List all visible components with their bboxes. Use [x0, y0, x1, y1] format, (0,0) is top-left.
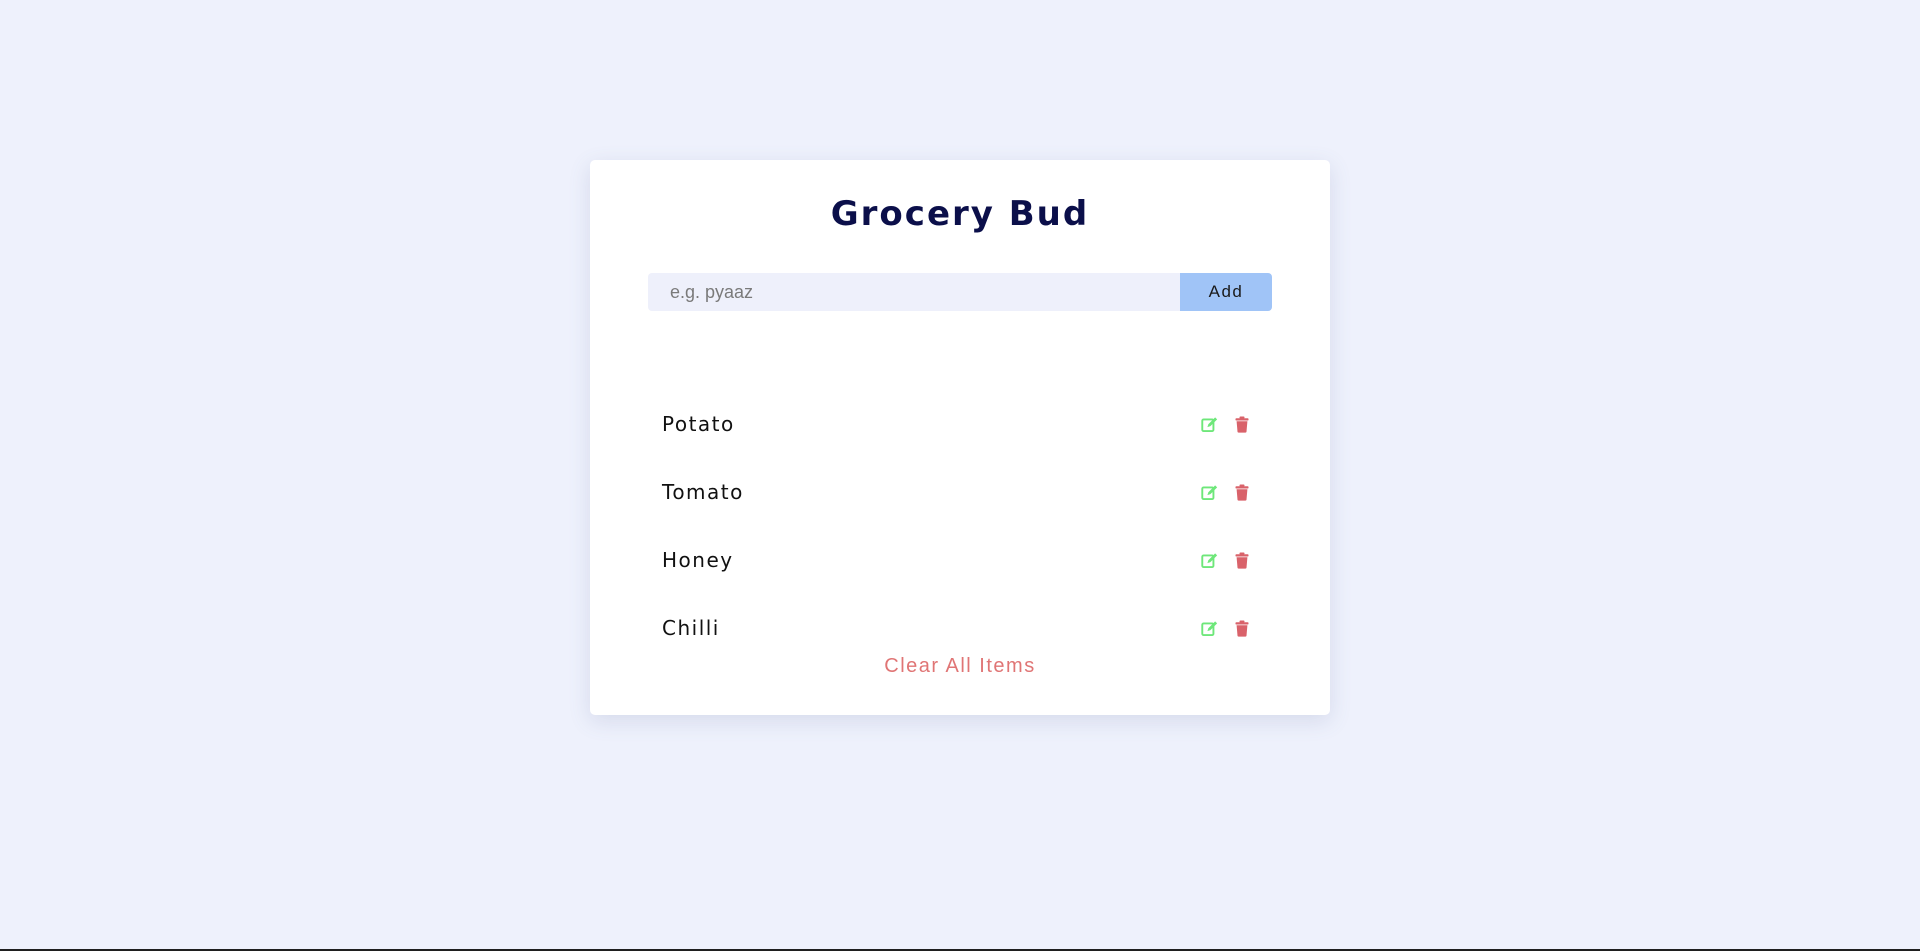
item-actions — [1199, 414, 1252, 434]
list-item: Honey — [648, 526, 1272, 594]
add-button[interactable]: Add — [1180, 273, 1272, 311]
edit-button[interactable] — [1199, 482, 1219, 502]
edit-button[interactable] — [1199, 414, 1219, 434]
add-item-form: Add — [648, 273, 1272, 311]
list-item: Tomato — [648, 458, 1272, 526]
trash-icon — [1235, 416, 1249, 433]
item-actions — [1199, 550, 1252, 570]
edit-icon — [1200, 552, 1217, 568]
edit-icon — [1200, 416, 1217, 432]
edit-button[interactable] — [1199, 550, 1219, 570]
edit-icon — [1200, 620, 1217, 636]
delete-button[interactable] — [1232, 482, 1252, 502]
grocery-card: Grocery Bud Add Potato — [590, 160, 1330, 715]
delete-button[interactable] — [1232, 618, 1252, 638]
item-name: Potato — [662, 412, 735, 436]
grocery-input[interactable] — [648, 273, 1180, 311]
item-name: Honey — [662, 548, 734, 572]
delete-button[interactable] — [1232, 414, 1252, 434]
item-actions — [1199, 482, 1252, 502]
list-item: Chilli — [648, 594, 1272, 662]
trash-icon — [1235, 484, 1249, 501]
trash-icon — [1235, 552, 1249, 569]
trash-icon — [1235, 620, 1249, 637]
clear-all-button[interactable]: Clear All Items — [590, 653, 1330, 679]
edit-button[interactable] — [1199, 618, 1219, 638]
item-name: Chilli — [662, 616, 720, 640]
grocery-list: Potato Tomato Honey Chilli — [648, 390, 1272, 662]
app-title: Grocery Bud — [830, 194, 1090, 234]
list-item: Potato — [648, 390, 1272, 458]
edit-icon — [1200, 484, 1217, 500]
delete-button[interactable] — [1232, 550, 1252, 570]
item-name: Tomato — [662, 480, 744, 504]
item-actions — [1199, 618, 1252, 638]
